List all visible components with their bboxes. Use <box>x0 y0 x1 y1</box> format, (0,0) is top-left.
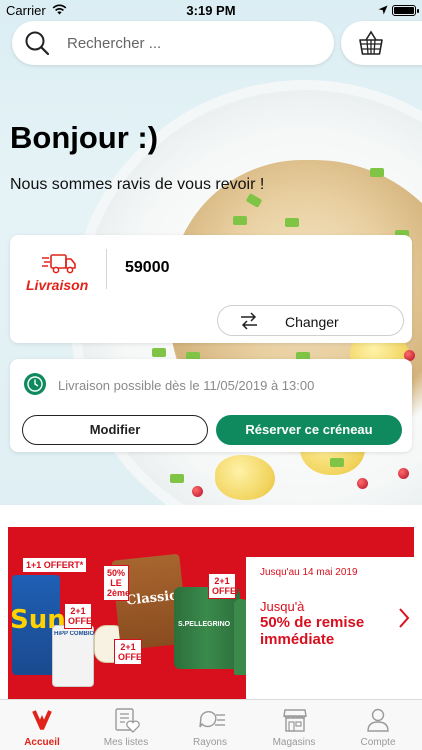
user-icon <box>367 708 389 732</box>
potato-image <box>215 455 275 500</box>
offer-badge: 2+1 OFFERT* <box>208 573 252 599</box>
berry-image <box>192 486 203 497</box>
tab-magasins[interactable]: Magasins <box>252 700 336 750</box>
modify-button[interactable]: Modifier <box>22 415 208 445</box>
offer-badge: 2+1 OFFERT* <box>114 639 158 665</box>
delivery-slot-card: Livraison possible dès le 11/05/2019 à 1… <box>10 359 412 452</box>
change-address-button[interactable]: Changer <box>217 305 404 336</box>
promo-products-image: Sun HiPP COMBIOTIC Classic S.PELLEGRINO … <box>8 527 252 699</box>
herb-image <box>152 348 166 357</box>
aisles-icon <box>199 711 225 728</box>
swap-arrows-icon <box>241 312 257 330</box>
tab-compte[interactable]: Compte <box>336 700 420 750</box>
list-heart-icon <box>115 708 140 733</box>
promo-upto: Jusqu'à <box>260 599 305 614</box>
herb-image <box>170 474 184 483</box>
reserve-slot-button[interactable]: Réserver ce créneau <box>216 415 402 445</box>
tab-label: Rayons <box>193 737 227 748</box>
pellegrino-label: S.PELLEGRINO <box>178 621 231 628</box>
tab-label: Accueil <box>24 737 60 748</box>
location-arrow-icon <box>378 5 388 15</box>
herb-image <box>285 218 299 227</box>
tab-label: Compte <box>360 737 396 748</box>
hipp-logo: HiPP COMBIOTIC <box>54 631 94 637</box>
promo-headline: 50% de remise <box>260 614 365 631</box>
tab-label: Mes listes <box>103 737 149 748</box>
home-icon <box>32 710 52 730</box>
promo-headline-2: immédiate <box>260 631 335 648</box>
greeting-title: Bonjour :) <box>10 120 159 155</box>
chevron-right-icon[interactable] <box>398 607 410 629</box>
tab-bar: Accueil Mes listes Rayons Magasins Compt… <box>0 699 422 750</box>
search-bar[interactable]: Rechercher ... <box>12 21 334 65</box>
store-icon <box>283 709 307 732</box>
tab-accueil[interactable]: Accueil <box>0 700 84 750</box>
promo-banner[interactable]: Sun HiPP COMBIOTIC Classic S.PELLEGRINO … <box>8 527 414 699</box>
greeting-subtitle: Nous sommes ravis de vous revoir ! <box>10 176 265 193</box>
herb-image <box>370 168 384 177</box>
delivery-truck-icon <box>42 254 76 274</box>
delivery-mode-label: Livraison <box>26 277 89 293</box>
delivery-slot-info: Livraison possible dès le 11/05/2019 à 1… <box>58 378 315 393</box>
offer-badge: 2+1 OFFERT* <box>64 603 108 629</box>
tab-rayons[interactable]: Rayons <box>168 700 252 750</box>
delivery-card: Livraison 59000 Changer <box>10 235 412 343</box>
berry-image <box>357 478 368 489</box>
tab-label: Magasins <box>272 737 316 748</box>
status-bar: Carrier 3:19 PM <box>0 0 422 22</box>
basket-button[interactable] <box>341 21 422 65</box>
clock-icon <box>24 373 46 395</box>
clock-time: 3:19 PM <box>186 3 236 18</box>
postal-code: 59000 <box>125 259 170 276</box>
offer-badge: 1+1 OFFERT* <box>22 557 88 573</box>
berry-image <box>398 468 409 479</box>
sparkling-water-image <box>174 587 240 669</box>
basket-icon <box>359 30 383 55</box>
promo-text-panel: Jusqu'au 14 mai 2019 Jusqu'à 50% de remi… <box>246 557 414 699</box>
herb-image <box>233 216 247 225</box>
search-input[interactable]: Rechercher ... <box>67 35 161 52</box>
promo-date: Jusqu'au 14 mai 2019 <box>260 567 358 578</box>
herb-image <box>330 458 344 467</box>
change-address-label: Changer <box>285 314 339 330</box>
search-icon <box>25 31 50 56</box>
offer-badge: 50% LE 2ème <box>103 565 130 601</box>
battery-icon <box>392 5 419 16</box>
divider <box>106 249 107 289</box>
tab-mes-listes[interactable]: Mes listes <box>84 700 168 750</box>
